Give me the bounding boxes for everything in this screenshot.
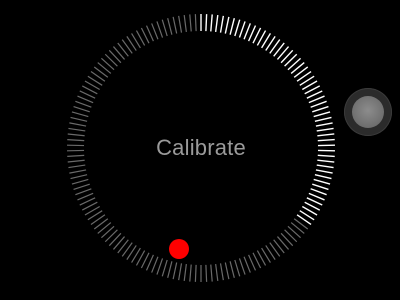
dial-tick (210, 264, 213, 282)
assistive-touch-inner-icon (352, 96, 384, 128)
dial-tick (238, 258, 246, 275)
dial-tick (161, 19, 168, 37)
dial-tick (312, 105, 329, 113)
dial-tick (71, 111, 89, 118)
dial-tick (194, 14, 197, 32)
dial-tick (317, 133, 335, 137)
dial-tick (308, 95, 325, 104)
dial-tick (108, 232, 122, 247)
dial-tick (77, 192, 94, 201)
dial-tick (312, 183, 329, 191)
dial-tick (316, 164, 334, 169)
dial-tick (313, 178, 331, 185)
dial-tick (101, 225, 115, 239)
dial-tick (313, 111, 331, 118)
dial-tick (75, 100, 92, 108)
dial-tick (189, 14, 192, 32)
dial-tick (67, 133, 85, 137)
dial-tick (287, 225, 301, 239)
dial-tick (234, 19, 241, 37)
dial-tick (77, 95, 94, 104)
dial-tick (67, 138, 85, 142)
dial-tick (75, 188, 92, 196)
dial-tick (229, 261, 235, 278)
dial-tick (172, 16, 178, 34)
dial-tick (308, 192, 325, 201)
dial-tick (317, 159, 335, 163)
dial-tick (167, 18, 173, 35)
dial-tick (238, 21, 246, 38)
dial-tick (156, 258, 164, 275)
dial-tick (210, 14, 213, 32)
dial-tick (69, 122, 87, 127)
dial-tick (104, 229, 118, 243)
dial-tick (310, 100, 327, 108)
calibrate-label: Calibrate (156, 135, 246, 160)
dial-tick (317, 154, 335, 158)
dial-tick (284, 229, 298, 243)
dial-tick (243, 256, 251, 273)
dial-tick (73, 183, 90, 190)
assistive-touch-icon[interactable] (344, 88, 392, 136)
dial-tick (156, 21, 164, 38)
dial-tick (108, 49, 122, 64)
dial-tick (172, 262, 178, 280)
dial-tick (151, 23, 159, 40)
dial-tick (104, 53, 118, 67)
dial-tick (68, 127, 86, 132)
calibration-indicator-dot[interactable] (169, 239, 189, 259)
dial-tick (243, 23, 251, 40)
dial-tick (224, 16, 230, 34)
dial-tick (70, 116, 88, 122)
dial-tick (145, 25, 154, 42)
dial-tick (189, 264, 192, 282)
dial-tick (224, 262, 230, 280)
dial-tick (70, 174, 88, 180)
dial-tick (229, 18, 235, 35)
dial-tick (219, 15, 225, 33)
dial-tick (205, 264, 208, 282)
dial-tick (280, 232, 294, 247)
dial-tick (69, 169, 87, 174)
dial-tick (71, 178, 89, 185)
dial-tick (314, 116, 332, 122)
compass-calibration-screen: Calibrate (0, 0, 400, 300)
dial-tick (248, 254, 257, 271)
dial-tick (73, 106, 90, 113)
dial-tick (161, 259, 168, 277)
dial-tick (67, 154, 85, 158)
dial-tick (194, 264, 197, 282)
dial-tick (101, 57, 115, 71)
dial-tick (315, 122, 333, 127)
dial-tick (178, 263, 183, 281)
dial-tick (310, 188, 327, 196)
dial-tick (167, 261, 173, 278)
dial-tick (183, 14, 187, 32)
dial-tick (67, 159, 85, 163)
dial-tick (214, 14, 219, 33)
dial-tick (219, 263, 224, 281)
dial-tick (68, 164, 86, 169)
dial-tick (316, 127, 334, 132)
dial-tick (183, 264, 187, 282)
dial-tick (205, 14, 208, 32)
dial-tick (178, 15, 183, 33)
dial-tick (234, 259, 241, 277)
dial-tick (317, 138, 335, 142)
dial-tick (315, 169, 333, 174)
dial-tick (215, 264, 219, 282)
dial-tick (314, 174, 332, 180)
dial-tick (151, 256, 159, 273)
dial-tick (145, 254, 154, 271)
